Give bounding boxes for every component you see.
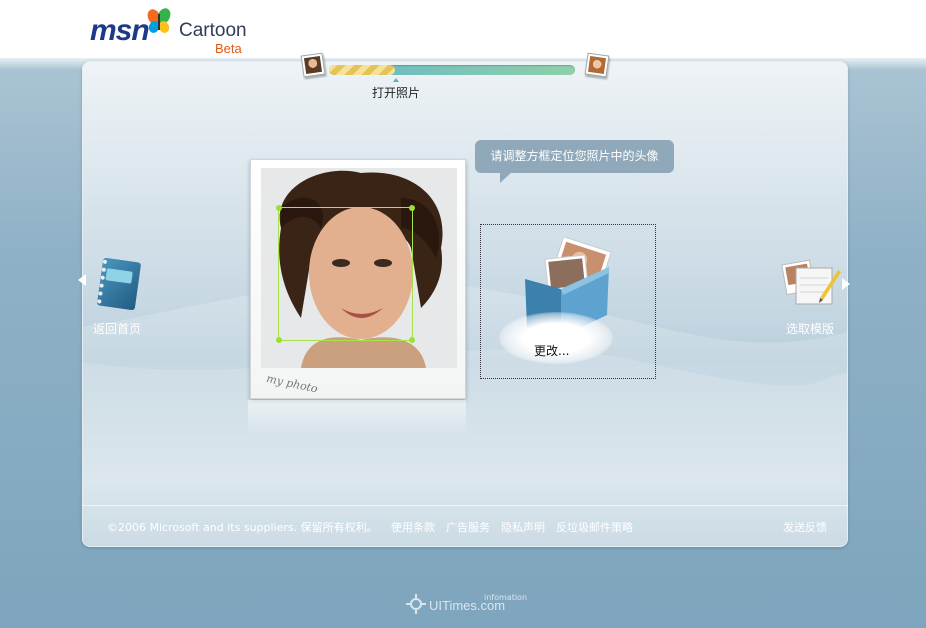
- step-caret-icon: [393, 78, 399, 82]
- progress-fill: [329, 65, 396, 75]
- back-home-label: 返回首页: [93, 322, 142, 336]
- msn-butterfly-icon: [147, 8, 171, 33]
- logo-msn-text: msn: [90, 14, 150, 47]
- logo-beta-tag: Beta: [215, 41, 242, 56]
- footer-link-advertising[interactable]: 广告服务: [446, 519, 490, 535]
- template-notepad-icon: [781, 259, 841, 305]
- footer-link-antispam[interactable]: 反垃圾邮件策略: [556, 519, 633, 535]
- progress-bar: [329, 65, 575, 75]
- face-thumbnail-icon: [303, 55, 323, 75]
- header: msn Cartoon Beta: [0, 0, 926, 58]
- change-photo-link[interactable]: 更改...: [534, 342, 569, 359]
- footer-copyright: ©2006 Microsoft and its suppliers. 保留所有权…: [107, 521, 378, 534]
- crop-handle-top-right[interactable]: [409, 205, 415, 211]
- crop-handle-bottom-left[interactable]: [276, 337, 282, 343]
- photo-reflection: [248, 400, 466, 436]
- tooltip-tail: [500, 172, 512, 183]
- cartoon-wizard-book-icon: [97, 257, 141, 311]
- cartoon-face-thumbnail-icon: [587, 55, 607, 75]
- watermark-subtext: infomation: [484, 593, 528, 602]
- footer-link-feedback[interactable]: 发送反馈: [783, 519, 827, 535]
- back-home-button[interactable]: 返回首页: [78, 254, 168, 339]
- watermark-target-icon: [406, 594, 426, 614]
- msn-cartoon-logo[interactable]: msn Cartoon Beta: [90, 8, 260, 56]
- crop-handle-bottom-right[interactable]: [409, 337, 415, 343]
- logo-product-text: Cartoon: [179, 20, 247, 41]
- step-progress: 打开照片: [300, 52, 620, 104]
- select-template-button[interactable]: 选取模版: [778, 256, 858, 341]
- arrow-right-icon: [842, 278, 850, 290]
- arrow-left-icon: [78, 274, 86, 286]
- step-label: 打开照片: [372, 86, 421, 100]
- select-template-label: 选取模版: [786, 322, 835, 336]
- face-crop-box[interactable]: [276, 205, 415, 343]
- footer-divider: [82, 505, 848, 506]
- progress-end-thumbnail: [584, 52, 610, 78]
- footer-link-privacy[interactable]: 隐私声明: [501, 519, 545, 535]
- uitimes-watermark: UITimes.com infomation: [404, 592, 534, 618]
- crop-handle-top-left[interactable]: [276, 205, 282, 211]
- progress-start-thumbnail: [300, 52, 326, 78]
- instruction-tooltip: 请调整方框定位您照片中的头像: [475, 140, 674, 173]
- footer-link-terms[interactable]: 使用条款: [391, 519, 435, 535]
